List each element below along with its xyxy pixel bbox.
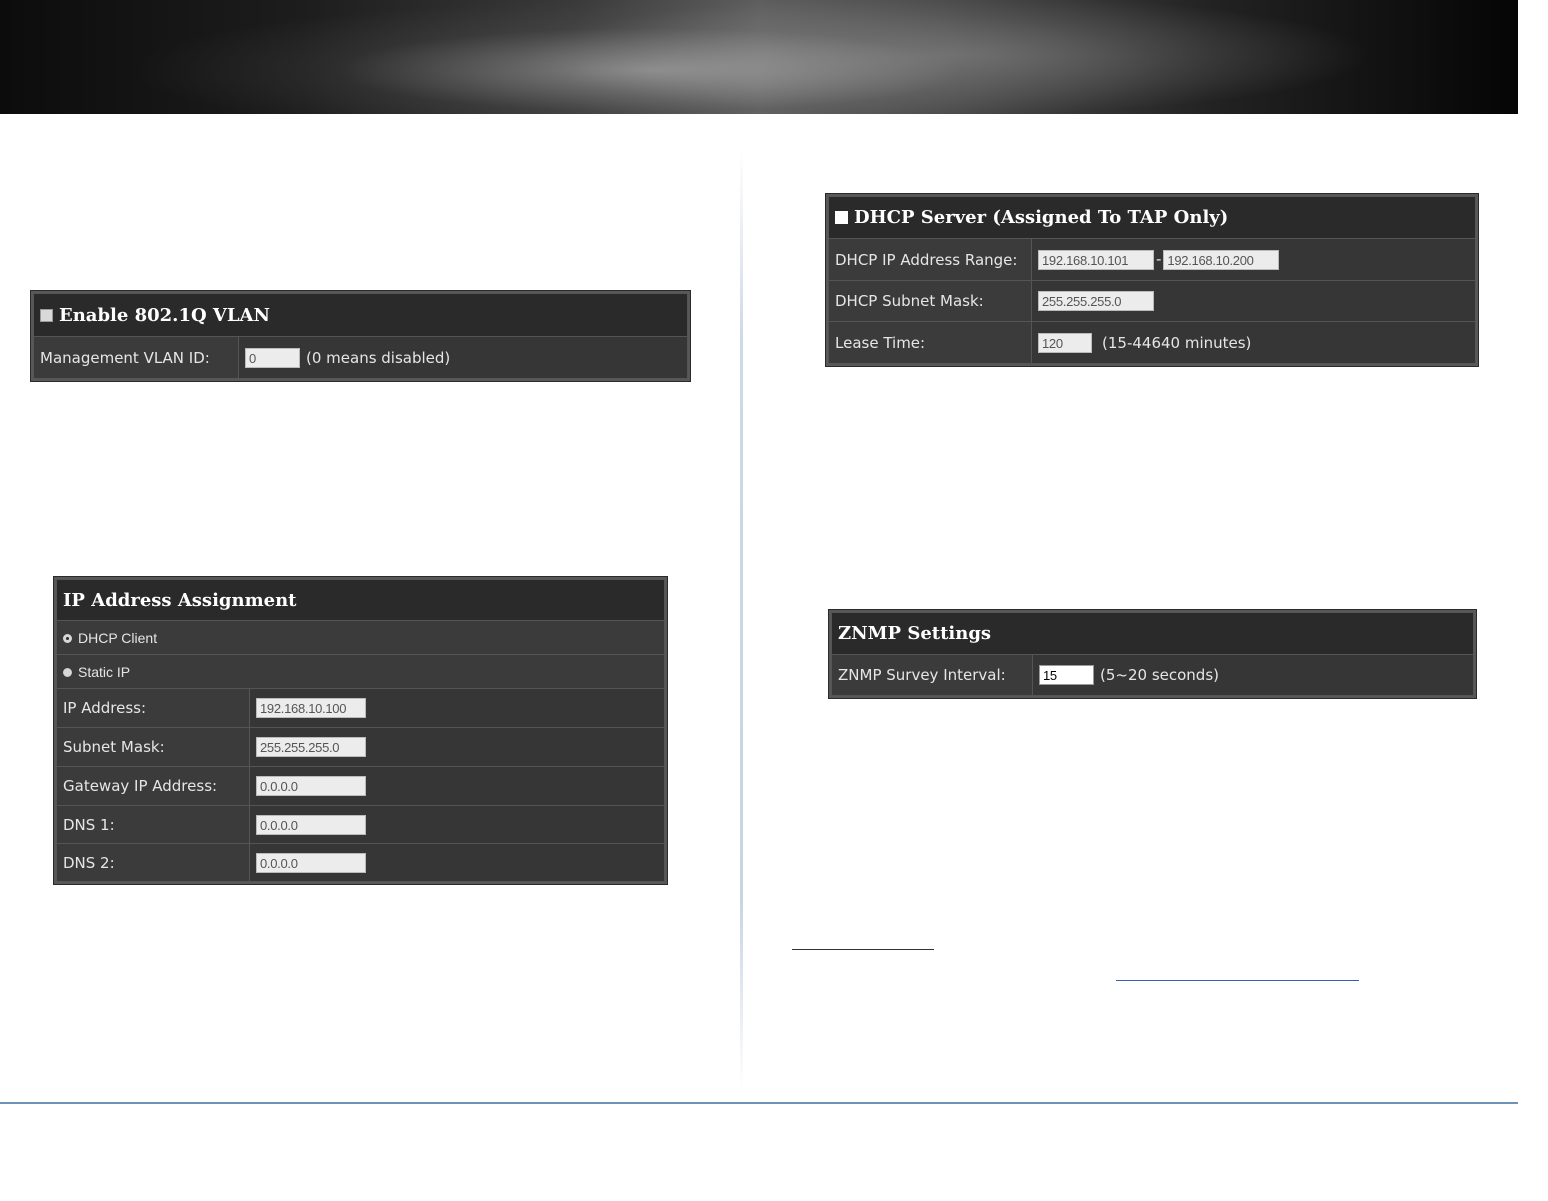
header-banner	[0, 0, 1518, 114]
ip-address-label: IP Address:	[56, 688, 250, 728]
dhcp-server-title: DHCP Server (Assigned To TAP Only)	[854, 207, 1229, 228]
dhcp-range-separator: -	[1156, 250, 1162, 268]
subnet-mask-input[interactable]: 255.255.255.0	[256, 737, 366, 757]
dhcp-subnet-label: DHCP Subnet Mask:	[828, 280, 1032, 322]
static-ip-row[interactable]: Static IP	[56, 654, 665, 689]
link-underline[interactable]	[1116, 980, 1359, 981]
dhcp-range-label: DHCP IP Address Range:	[828, 238, 1032, 281]
dhcp-client-row[interactable]: DHCP Client	[56, 620, 665, 655]
gateway-ip-label: Gateway IP Address:	[56, 766, 250, 806]
dns2-cell: 0.0.0.0	[249, 843, 665, 882]
note-underline	[792, 949, 934, 950]
znmp-panel: ZNMP Settings ZNMP Survey Interval: 15 (5…	[829, 610, 1476, 698]
znmp-interval-cell: 15 (5~20 seconds)	[1032, 654, 1474, 696]
dhcp-subnet-input[interactable]: 255.255.255.0	[1038, 291, 1154, 311]
znmp-interval-hint: (5~20 seconds)	[1100, 666, 1219, 684]
dhcp-range-start-input[interactable]: 192.168.10.101	[1038, 249, 1154, 270]
dns2-input[interactable]: 0.0.0.0	[256, 852, 366, 873]
lease-time-input[interactable]: 120	[1038, 332, 1092, 353]
dns1-label: DNS 1:	[56, 805, 250, 844]
znmp-interval-input[interactable]: 15	[1039, 665, 1094, 685]
dhcp-client-label: DHCP Client	[78, 629, 158, 646]
lease-time-cell: 120 (15-44640 minutes)	[1031, 321, 1476, 364]
enable-vlan-checkbox[interactable]	[40, 308, 53, 322]
ip-address-input[interactable]: 192.168.10.100	[256, 698, 366, 718]
vlan-panel-title: Enable 802.1Q VLAN	[59, 304, 270, 326]
mgmt-vlan-label: Management VLAN ID:	[33, 336, 239, 379]
dhcp-client-radio[interactable]	[63, 633, 72, 643]
znmp-interval-label: ZNMP Survey Interval:	[831, 654, 1033, 696]
vlan-panel-header: Enable 802.1Q VLAN	[33, 293, 688, 337]
ip-address-cell: 192.168.10.100	[249, 688, 665, 728]
dns1-input[interactable]: 0.0.0.0	[256, 814, 366, 835]
column-divider	[740, 150, 743, 1090]
mgmt-vlan-id-input[interactable]: 0	[245, 347, 300, 368]
dns2-label: DNS 2:	[56, 843, 250, 882]
dhcp-subnet-cell: 255.255.255.0	[1031, 280, 1476, 322]
gateway-ip-cell: 0.0.0.0	[249, 766, 665, 806]
ip-assignment-title: IP Address Assignment	[56, 579, 665, 621]
znmp-title: ZNMP Settings	[831, 612, 1474, 655]
dhcp-server-checkbox[interactable]	[835, 211, 848, 224]
mgmt-vlan-cell: 0 (0 means disabled)	[238, 336, 688, 379]
subnet-mask-cell: 255.255.255.0	[249, 727, 665, 767]
dhcp-range-end-input[interactable]: 192.168.10.200	[1163, 249, 1280, 270]
ip-assignment-panel: IP Address Assignment DHCP Client Static…	[54, 577, 667, 884]
dns1-cell: 0.0.0.0	[249, 805, 665, 844]
static-ip-label: Static IP	[78, 663, 131, 680]
mgmt-vlan-hint: (0 means disabled)	[306, 348, 451, 367]
dhcp-server-panel: DHCP Server (Assigned To TAP Only) DHCP …	[826, 194, 1478, 366]
static-ip-radio[interactable]	[63, 667, 72, 677]
dhcp-range-cell: 192.168.10.101-192.168.10.200	[1031, 238, 1476, 281]
footer-rule	[0, 1102, 1518, 1104]
vlan-panel: Enable 802.1Q VLAN Management VLAN ID: 0…	[31, 291, 690, 381]
lease-time-label: Lease Time:	[828, 321, 1032, 364]
lease-time-hint: (15-44640 minutes)	[1102, 333, 1252, 352]
subnet-mask-label: Subnet Mask:	[56, 727, 250, 767]
gateway-ip-input[interactable]: 0.0.0.0	[256, 776, 366, 796]
dhcp-server-header: DHCP Server (Assigned To TAP Only)	[828, 196, 1476, 239]
